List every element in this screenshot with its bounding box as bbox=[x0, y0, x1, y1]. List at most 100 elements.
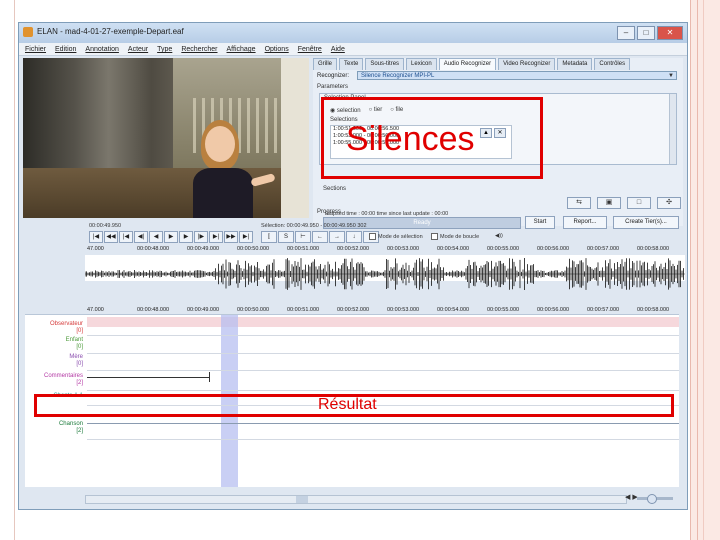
zoom-arrows[interactable]: ◀ ▶ bbox=[625, 493, 638, 501]
loop-mode-checkbox[interactable]: Mode de boucle bbox=[431, 233, 479, 240]
tier-label-commentaires[interactable]: Commentaires [2] bbox=[25, 373, 83, 387]
go-start-button[interactable]: |◀ bbox=[89, 231, 103, 243]
recognizer-select[interactable]: Silence Recognizer MPI-PL bbox=[357, 71, 677, 81]
timeline-scrollbar[interactable] bbox=[85, 495, 627, 504]
start-button[interactable]: Start bbox=[525, 216, 555, 229]
video-child-dress bbox=[193, 168, 253, 218]
tier-count: [0] bbox=[76, 361, 83, 367]
menu-fichier[interactable]: Fichier bbox=[25, 43, 46, 55]
video-viewer[interactable] bbox=[23, 58, 309, 218]
zoom-slider[interactable] bbox=[637, 494, 673, 504]
tab-controles[interactable]: Contrôles bbox=[594, 58, 631, 70]
tier-label-observateur[interactable]: Observateur [0] bbox=[25, 321, 83, 335]
ruler-tick-label: 00:00:52.000 bbox=[337, 246, 370, 252]
tab-texte[interactable]: Texte bbox=[339, 58, 364, 70]
arrow-down-button[interactable]: ↓ bbox=[346, 231, 362, 243]
tier-name: Enfant bbox=[65, 337, 83, 343]
ruler-tick-label: 00:00:53.000 bbox=[387, 307, 420, 313]
tab-lexicon[interactable]: Lexicon bbox=[406, 58, 437, 70]
ruler-tick-label: 00:00:56.000 bbox=[537, 246, 570, 252]
menu-fenetre[interactable]: Fenêtre bbox=[298, 43, 322, 55]
scrollbar-thumb[interactable] bbox=[296, 496, 308, 503]
menu-aide[interactable]: Aide bbox=[331, 43, 345, 55]
ruler-tick-label: 47.000 bbox=[87, 246, 104, 252]
prev-scroll-button[interactable]: ◀◀ bbox=[104, 231, 118, 243]
tier-chanson-row[interactable] bbox=[87, 423, 679, 424]
play-selection-button[interactable]: S bbox=[278, 231, 294, 243]
configure-icon[interactable]: ⇆ bbox=[567, 197, 591, 209]
ruler-tick-label: 00:00:54.000 bbox=[437, 307, 470, 313]
arrow-left-button[interactable]: ← bbox=[312, 231, 328, 243]
menu-options[interactable]: Options bbox=[265, 43, 289, 55]
next-pixel-button[interactable]: ▶ bbox=[179, 231, 193, 243]
tab-video-recognizer[interactable]: Video Recognizer bbox=[498, 58, 556, 70]
annotation-segment[interactable] bbox=[87, 377, 210, 378]
tier-label-enfant[interactable]: Enfant [0] bbox=[25, 337, 83, 351]
slide-decor-border bbox=[690, 0, 720, 540]
tier-separator bbox=[87, 439, 679, 440]
tab-sous-titres[interactable]: Sous-titres bbox=[365, 58, 405, 70]
tab-grille[interactable]: Grille bbox=[313, 58, 338, 70]
selection-begin-button[interactable]: ⊢ bbox=[295, 231, 311, 243]
create-tiers-button[interactable]: Create Tier(s)... bbox=[613, 216, 679, 229]
menu-annotation[interactable]: Annotation bbox=[85, 43, 118, 55]
ruler-tick-label: 00:00:49.000 bbox=[187, 307, 220, 313]
ruler-tick-label: 00:00:55.000 bbox=[487, 307, 520, 313]
ruler-tick-label: 00:00:58.000 bbox=[637, 246, 670, 252]
ruler-tick-label: 00:00:48.000 bbox=[137, 307, 170, 313]
menu-rechercher[interactable]: Rechercher bbox=[181, 43, 217, 55]
menu-edition[interactable]: Edition bbox=[55, 43, 76, 55]
play-button[interactable]: ▶ bbox=[164, 231, 178, 243]
elapsed-time: Elapsed time : 00:00 time since last upd… bbox=[325, 211, 449, 217]
ruler-tick-label: 00:00:50.000 bbox=[237, 246, 270, 252]
checkbox-icon bbox=[369, 233, 376, 240]
arrow-right-button[interactable]: → bbox=[329, 231, 345, 243]
parameters-scrollbar[interactable] bbox=[669, 94, 676, 164]
tab-audio-recognizer[interactable]: Audio Recognizer bbox=[438, 58, 497, 70]
next-second-button[interactable]: ▶| bbox=[209, 231, 223, 243]
tier-name: Chanson bbox=[58, 421, 83, 427]
tier-separator bbox=[87, 353, 679, 354]
ruler-tick-label: 00:00:54.000 bbox=[437, 246, 470, 252]
maximize-button[interactable]: □ bbox=[637, 26, 655, 40]
ruler-tick-label: 00:00:57.000 bbox=[587, 246, 620, 252]
viewer-tabs: Grille Texte Sous-titres Lexicon Audio R… bbox=[313, 58, 683, 70]
settings-icon[interactable]: ✣ bbox=[657, 197, 681, 209]
stop-icon[interactable]: □ bbox=[627, 197, 651, 209]
waveform-svg bbox=[84, 258, 685, 290]
tab-metadata[interactable]: Metadata bbox=[557, 58, 593, 70]
tier-observateur-row[interactable] bbox=[87, 317, 679, 327]
slide-edge bbox=[14, 0, 15, 540]
clear-selection-button[interactable]: ⟦ bbox=[261, 231, 277, 243]
tier-separator bbox=[87, 370, 679, 371]
zoom-knob[interactable] bbox=[647, 494, 657, 504]
volume-icon[interactable]: ◀)) bbox=[495, 233, 503, 239]
menu-affichage[interactable]: Affichage bbox=[227, 43, 256, 55]
title-bar: ELAN - mad-4-01-27-exemple-Depart.eaf – … bbox=[19, 23, 687, 43]
next-scroll-button[interactable]: ▶▶ bbox=[224, 231, 238, 243]
elan-window: ELAN - mad-4-01-27-exemple-Depart.eaf – … bbox=[18, 22, 688, 510]
prev-second-button[interactable]: |◀ bbox=[119, 231, 133, 243]
selection-mode-checkbox[interactable]: Mode de sélection bbox=[369, 233, 423, 240]
save-icon[interactable]: ▣ bbox=[597, 197, 621, 209]
close-button[interactable]: ✕ bbox=[657, 26, 683, 40]
next-frame-button[interactable]: |▶ bbox=[194, 231, 208, 243]
checkbox-icon bbox=[431, 233, 438, 240]
prev-frame-button[interactable]: ◀| bbox=[134, 231, 148, 243]
prev-pixel-button[interactable]: ◀ bbox=[149, 231, 163, 243]
ruler-tick-label: 00:00:58.000 bbox=[637, 307, 670, 313]
menu-type[interactable]: Type bbox=[157, 43, 172, 55]
minimize-button[interactable]: – bbox=[617, 26, 635, 40]
ruler-tick-label: 00:00:51.000 bbox=[287, 307, 320, 313]
tier-label-chanson[interactable]: Chanson [2] bbox=[25, 421, 83, 435]
report-button[interactable]: Report... bbox=[563, 216, 607, 229]
video-child-face bbox=[205, 126, 235, 162]
video-door-frame bbox=[281, 58, 309, 218]
ruler-tick-label: 00:00:49.000 bbox=[187, 246, 220, 252]
waveform[interactable] bbox=[84, 255, 685, 290]
go-end-button[interactable]: ▶| bbox=[239, 231, 253, 243]
ruler-tick-label: 00:00:52.000 bbox=[337, 307, 370, 313]
menu-acteur[interactable]: Acteur bbox=[128, 43, 148, 55]
result-caption: Résultat bbox=[318, 396, 377, 413]
tier-label-mere[interactable]: Mère [0] bbox=[25, 354, 83, 368]
